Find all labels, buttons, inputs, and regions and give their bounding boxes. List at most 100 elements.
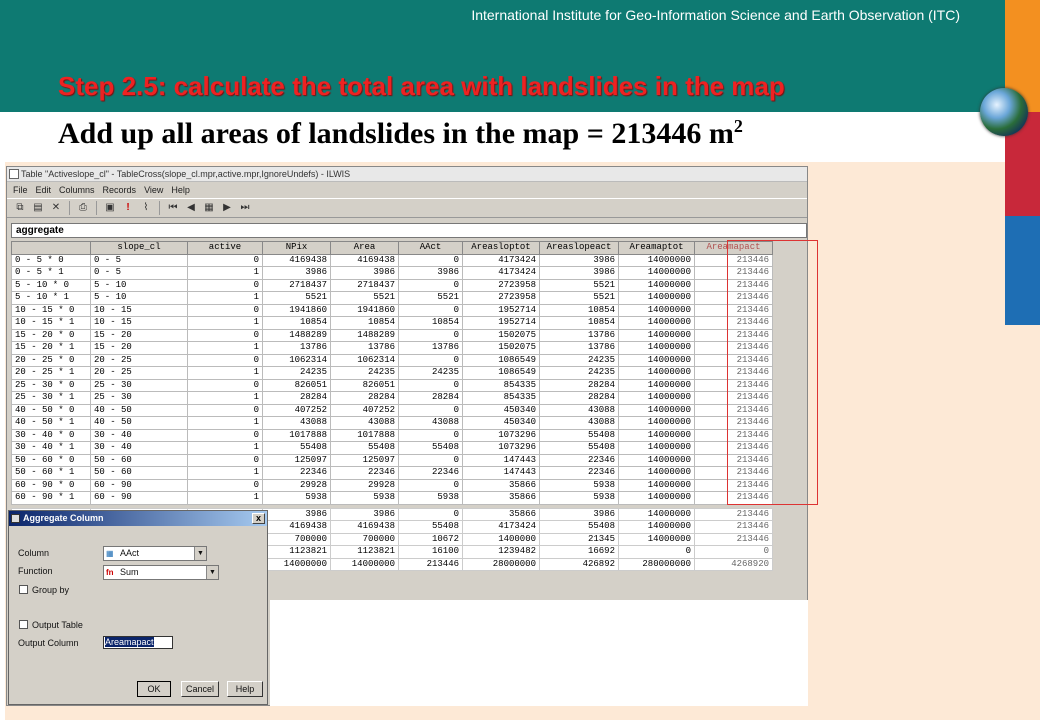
table-cell[interactable]: 854335 (462, 391, 540, 405)
table-cell[interactable]: 14000000 (262, 557, 331, 571)
table-cell[interactable]: 213446 (694, 507, 773, 521)
table-cell[interactable]: 0 (187, 378, 263, 392)
table-cell[interactable]: 13786 (262, 341, 331, 355)
table-row[interactable]: 50 - 60 * 1 50 - 60 1 22346 22346 22346 147443… (11, 466, 773, 480)
table-cell[interactable]: 14000000 (618, 507, 695, 521)
table-cell[interactable]: 125097 (330, 453, 399, 467)
table-cell[interactable]: 22346 (262, 466, 331, 480)
table-cell[interactable]: 0 (398, 378, 463, 392)
table-cell[interactable]: 4169438 (262, 253, 331, 267)
table-cell[interactable]: 2723958 (462, 278, 540, 292)
table-row[interactable]: 40 - 50 * 0 40 - 50 0 407252 407252 0 450340 43… (11, 403, 773, 417)
column-header[interactable] (11, 241, 91, 255)
table-cell[interactable]: 1 (187, 291, 263, 305)
table-cell[interactable]: 0 (618, 545, 695, 559)
table-cell[interactable]: 0 (187, 253, 263, 267)
table-cell[interactable]: 30 - 40 (90, 441, 188, 455)
table-cell[interactable]: 55408 (398, 520, 463, 534)
table-cell[interactable]: 24235 (539, 366, 619, 380)
table-cell[interactable]: 2718437 (330, 278, 399, 292)
delete-icon[interactable]: ✕ (49, 201, 63, 215)
table-cell[interactable]: 407252 (262, 403, 331, 417)
table-cell[interactable]: 16692 (539, 545, 619, 559)
table-cell[interactable]: 14000000 (618, 453, 695, 467)
table-cell[interactable]: 1 (187, 491, 263, 505)
table-cell[interactable]: 1123821 (330, 545, 399, 559)
group-by-checkbox[interactable] (19, 585, 28, 594)
print-icon[interactable]: ⎙ (76, 201, 90, 215)
table-cell[interactable]: 0 (398, 428, 463, 442)
column-header[interactable]: Area (330, 241, 399, 255)
table-cell[interactable]: 22346 (330, 466, 399, 480)
table-cell[interactable]: 28284 (330, 391, 399, 405)
table-cell[interactable]: 28000000 (462, 557, 540, 571)
table-cell[interactable]: 213446 (694, 520, 773, 534)
table-cell[interactable]: 40 - 50 (90, 403, 188, 417)
table-cell[interactable]: 407252 (330, 403, 399, 417)
table-cell[interactable]: 28284 (539, 391, 619, 405)
table-row[interactable]: 10 - 15 * 1 10 - 15 1 10854 10854 10854 195271… (11, 316, 773, 330)
table-cell[interactable]: 125097 (262, 453, 331, 467)
table-cell[interactable]: 0 (187, 403, 263, 417)
paste-icon[interactable]: ▤ (31, 201, 45, 215)
table-cell[interactable]: 4169438 (330, 253, 399, 267)
table-cell[interactable]: 450340 (462, 403, 540, 417)
table-cell[interactable]: 1941860 (262, 303, 331, 317)
table-cell[interactable]: 1502075 (462, 328, 540, 342)
table-cell[interactable]: 5938 (262, 491, 331, 505)
table-cell[interactable]: 5938 (539, 491, 619, 505)
graph-icon[interactable]: ⌇ (139, 201, 153, 215)
row-key-cell[interactable]: 40 - 50 * 0 (11, 403, 91, 417)
table-cell[interactable]: 24235 (398, 366, 463, 380)
table-cell[interactable]: 1952714 (462, 316, 540, 330)
table-row[interactable]: 15 - 20 * 1 15 - 20 1 13786 13786 13786 150207… (11, 341, 773, 355)
table-cell[interactable]: 55408 (398, 441, 463, 455)
table-cell[interactable]: 14000000 (618, 303, 695, 317)
table-cell[interactable]: 60 - 90 (90, 491, 188, 505)
table-cell[interactable]: 1017888 (262, 428, 331, 442)
table-cell[interactable]: 4173424 (462, 520, 540, 534)
table-cell[interactable]: 0 (398, 453, 463, 467)
table-cell[interactable]: 1941860 (330, 303, 399, 317)
table-cell[interactable]: 4169438 (330, 520, 399, 534)
table-cell[interactable]: 22346 (539, 466, 619, 480)
table-cell[interactable]: 14000000 (618, 441, 695, 455)
table-cell[interactable]: 60 - 90 (90, 478, 188, 492)
table-cell[interactable]: 14000000 (618, 278, 695, 292)
copy-icon[interactable]: ⧉ (13, 201, 27, 215)
table-cell[interactable]: 13786 (330, 341, 399, 355)
table-cell[interactable]: 22346 (539, 453, 619, 467)
table-row[interactable]: 40 - 50 * 1 40 - 50 1 43088 43088 43088 450340… (11, 416, 773, 430)
table-cell[interactable]: 14000000 (618, 520, 695, 534)
menu-item[interactable]: Records (103, 182, 137, 198)
table-cell[interactable]: 1 (187, 341, 263, 355)
table-cell[interactable]: 1 (187, 441, 263, 455)
table-cell[interactable]: 5 - 10 (90, 278, 188, 292)
table-cell[interactable]: 10854 (539, 316, 619, 330)
table-cell[interactable]: 40 - 50 (90, 416, 188, 430)
table-cell[interactable]: 0 (398, 403, 463, 417)
table-cell[interactable]: 4169438 (262, 520, 331, 534)
table-cell[interactable]: 4173424 (462, 266, 540, 280)
table-cell[interactable]: 10672 (398, 532, 463, 546)
table-cell[interactable]: 0 - 5 (90, 253, 188, 267)
table-cell[interactable]: 55408 (539, 428, 619, 442)
table-cell[interactable]: 826051 (330, 378, 399, 392)
table-cell[interactable]: 1 (187, 416, 263, 430)
table-cell[interactable]: 280000000 (618, 557, 695, 571)
table-row[interactable]: 5 - 10 * 05 - 10 0 2718437 2718437 0 2723958 5… (11, 278, 773, 292)
table-cell[interactable]: 0 (187, 478, 263, 492)
table-cell[interactable]: 14000000 (618, 532, 695, 546)
table-cell[interactable]: 28284 (398, 391, 463, 405)
table-cell[interactable]: 30 - 40 (90, 428, 188, 442)
table-cell[interactable]: 0 - 5 (90, 266, 188, 280)
menu-item[interactable]: Columns (59, 182, 95, 198)
table-cell[interactable]: 1 (187, 316, 263, 330)
table-cell[interactable]: 20 - 25 (90, 353, 188, 367)
table-cell[interactable]: 3986 (398, 266, 463, 280)
table-cell[interactable]: 15 - 20 (90, 341, 188, 355)
table-cell[interactable]: 0 (187, 278, 263, 292)
row-key-cell[interactable]: 25 - 30 * 1 (11, 391, 91, 405)
table-row[interactable]: 10 - 15 * 0 10 - 15 0 1941860 1941860 0 195271… (11, 303, 773, 317)
table-cell[interactable]: 4173424 (462, 253, 540, 267)
